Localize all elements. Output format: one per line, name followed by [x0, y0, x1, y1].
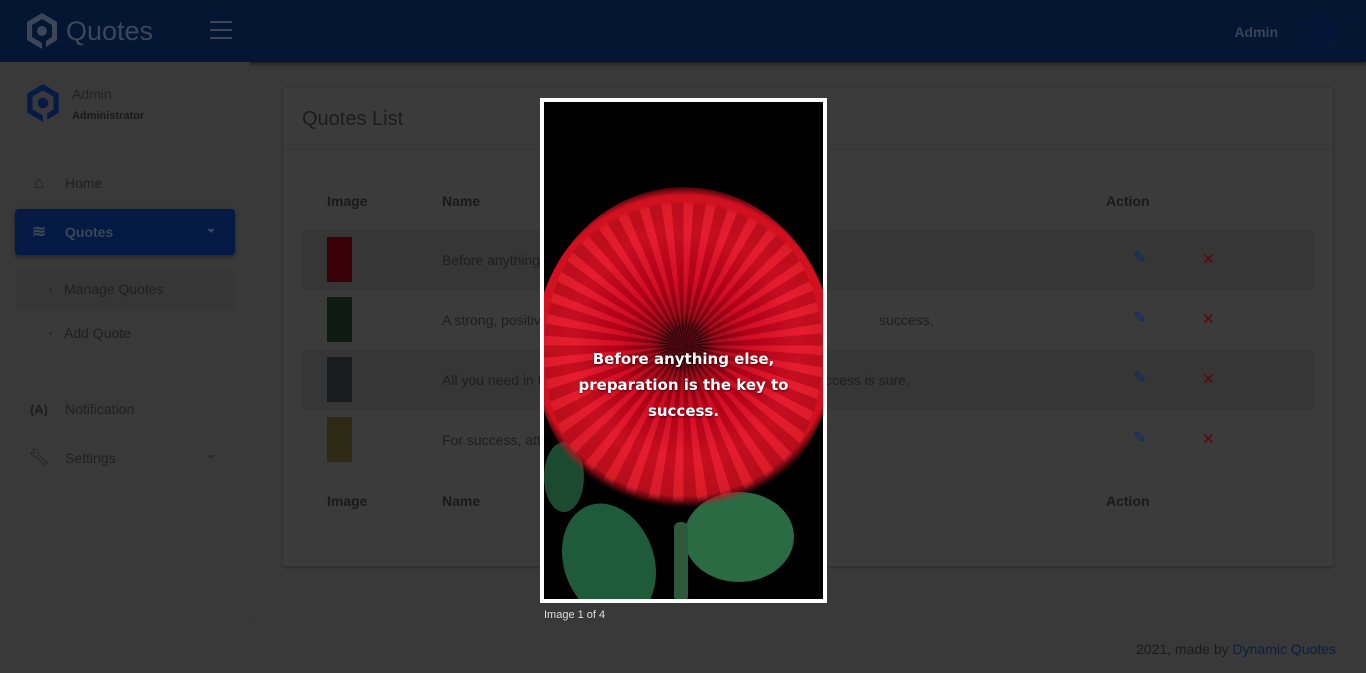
page-title: Quotes List: [302, 108, 404, 130]
delete-icon[interactable]: ✕: [1202, 430, 1215, 448]
footer-header-image: Image: [327, 493, 368, 509]
sidebar-item-quotes[interactable]: ≋ Quotes: [15, 209, 235, 255]
footer-link[interactable]: Dynamic Quotes: [1233, 641, 1336, 657]
sidebar-subitem-manage-quotes[interactable]: Manage Quotes: [15, 269, 235, 309]
lightbox-caption: Image 1 of 4: [544, 609, 606, 621]
layers-icon: ≋: [31, 222, 47, 241]
brand-name: Quotes: [66, 15, 154, 46]
quote-thumbnail[interactable]: [327, 357, 352, 402]
sidebar-item-settings[interactable]: 🔧︎ Settings: [15, 435, 235, 481]
sidebar-item-label: Home: [65, 175, 103, 191]
quote-text: Before anything: [442, 252, 541, 268]
user-avatar-icon[interactable]: [1300, 12, 1336, 52]
footer-header-name: Name: [442, 493, 481, 509]
home-icon: ⌂: [33, 173, 45, 192]
quote-overlay-text: Before anything else, preparation is the…: [578, 350, 789, 420]
quote-thumbnail[interactable]: [327, 417, 352, 462]
edit-icon[interactable]: ✎: [1133, 251, 1149, 267]
quote-image: Before anything else, preparation is the…: [544, 102, 823, 599]
wrench-icon: 🔧︎: [28, 448, 50, 467]
column-header-action: Action: [1106, 193, 1150, 209]
sidebar-item-home[interactable]: ⌂ Home: [15, 160, 235, 206]
page-footer: 2021, made by Dynamic Quotes: [251, 620, 1366, 673]
column-header-name: Name: [442, 193, 481, 209]
footer-text: 2021, made by: [1136, 641, 1229, 657]
brand-logo[interactable]: Quotes: [24, 11, 153, 51]
sidebar-item-label: Add Quote: [64, 325, 131, 341]
user-name: Admin: [72, 86, 112, 102]
sidebar: Admin Administrator ⌂ Home ≋ Quotes Manage…: [0, 62, 250, 673]
quote-thumbnail[interactable]: [327, 237, 352, 282]
user-avatar-icon: [27, 84, 59, 122]
image-lightbox: Before anything else, preparation is the…: [540, 98, 827, 603]
sidebar-item-label: Settings: [65, 450, 116, 466]
caret-down-icon: [207, 455, 215, 459]
user-role: Administrator: [72, 110, 145, 122]
sidebar-subitem-add-quote[interactable]: Add Quote: [15, 313, 235, 353]
edit-icon[interactable]: ✎: [1133, 431, 1149, 447]
sidebar-user: Admin Administrator: [24, 82, 144, 124]
sidebar-item-label: Notification: [65, 401, 135, 417]
broadcast-icon: (A): [29, 401, 49, 417]
quote-thumbnail[interactable]: [327, 297, 352, 342]
delete-icon[interactable]: ✕: [1202, 310, 1215, 328]
top-navbar: Quotes Admin: [0, 0, 1366, 62]
sidebar-item-notification[interactable]: (A) Notification: [15, 386, 235, 432]
quote-text: All you need in t: [442, 372, 542, 388]
edit-icon[interactable]: ✎: [1133, 371, 1149, 387]
quote-text-tail: ccess is sure.: [825, 372, 910, 388]
column-header-image: Image: [327, 193, 368, 209]
sidebar-item-label: Manage Quotes: [64, 281, 164, 297]
quote-text: A strong, positiv: [442, 312, 541, 328]
quote-text: For success, atti: [442, 432, 544, 448]
menu-toggle-icon[interactable]: [210, 21, 232, 39]
delete-icon[interactable]: ✕: [1202, 370, 1215, 388]
caret-down-icon: [207, 229, 215, 233]
edit-icon[interactable]: ✎: [1133, 311, 1149, 327]
hexagon-logo-icon: [27, 13, 57, 49]
delete-icon[interactable]: ✕: [1202, 250, 1215, 268]
sidebar-item-label: Quotes: [65, 224, 114, 240]
footer-header-action: Action: [1106, 493, 1150, 509]
quote-text-tail: success.: [879, 312, 934, 328]
user-menu-name[interactable]: Admin: [1234, 24, 1278, 40]
